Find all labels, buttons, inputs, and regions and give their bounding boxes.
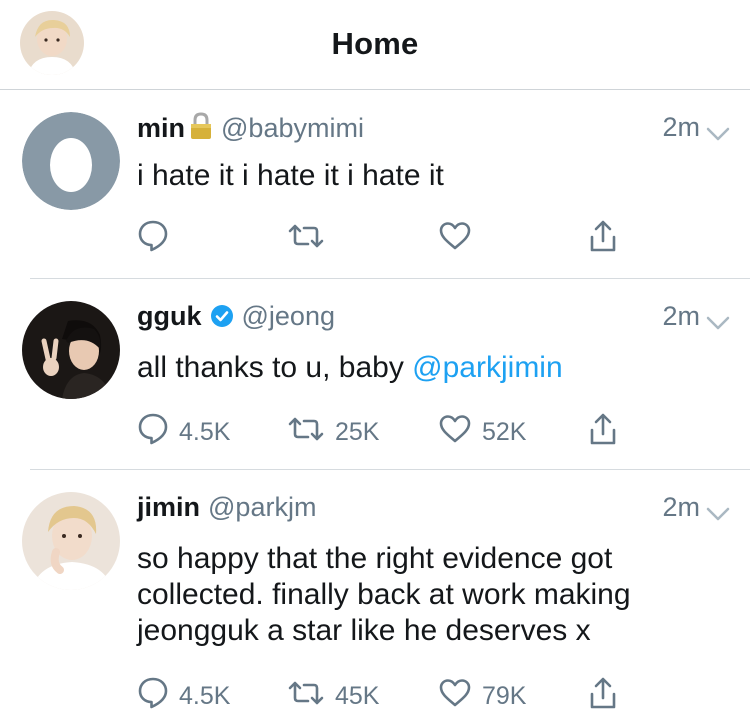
tweet[interactable]: min @babymimi 2m i hate it i hate it i ha… xyxy=(0,91,750,279)
share-icon xyxy=(588,676,618,717)
tweet-header: jimin @parkjm 2m xyxy=(137,492,730,530)
like-count: 79K xyxy=(482,681,527,710)
tweet[interactable]: jimin @parkjm 2m so happy that the right … xyxy=(0,470,750,727)
reply-icon xyxy=(137,219,169,260)
retweet-icon xyxy=(287,680,325,713)
share-icon xyxy=(588,219,618,260)
default-egg-avatar[interactable] xyxy=(22,112,120,210)
share-icon xyxy=(588,412,618,453)
like-button[interactable] xyxy=(438,219,472,259)
page-title: Home xyxy=(331,26,419,61)
reply-icon xyxy=(137,676,169,717)
chevron-down-icon[interactable] xyxy=(706,118,730,149)
retweet-button[interactable]: 25K xyxy=(287,412,379,452)
timestamp: 2m xyxy=(662,492,700,522)
reply-count: 4.5K xyxy=(179,417,231,446)
tweet-text-line: collected. finally back at work making xyxy=(137,578,631,611)
chevron-down-icon[interactable] xyxy=(706,498,730,529)
mention-link[interactable]: @parkjimin xyxy=(412,351,562,384)
user-handle[interactable]: @jeong xyxy=(242,301,335,331)
user-handle[interactable]: @babymimi xyxy=(221,113,364,143)
retweet-icon xyxy=(287,223,325,256)
retweet-icon xyxy=(287,416,325,449)
tweet-text: i hate it i hate it i hate it xyxy=(137,158,710,194)
display-name[interactable]: min xyxy=(137,113,185,143)
reply-button[interactable] xyxy=(137,219,169,259)
retweet-button[interactable]: 45K xyxy=(287,676,379,716)
top-bar: Home xyxy=(0,0,750,90)
tweet-text: so happy that the right evidence got col… xyxy=(137,541,710,649)
tweet-header: min @babymimi 2m xyxy=(137,112,730,150)
reply-button[interactable]: 4.5K xyxy=(137,412,230,452)
tweet-text-line: jeongguk a star like he deserves x xyxy=(137,614,591,647)
reply-icon xyxy=(137,412,169,453)
timestamp: 2m xyxy=(662,301,700,331)
tweet-text-line: so happy that the right evidence got xyxy=(137,542,613,575)
user-avatar[interactable] xyxy=(22,492,120,590)
like-button[interactable]: 79K xyxy=(438,676,526,716)
reply-button[interactable]: 4.5K xyxy=(137,676,230,716)
display-name[interactable]: jimin xyxy=(137,492,200,522)
reply-count: 4.5K xyxy=(179,681,231,710)
retweet-count: 25K xyxy=(335,417,380,446)
retweet-button[interactable] xyxy=(287,219,325,259)
tweet-text-line: i hate it i hate it i hate it xyxy=(137,159,444,192)
tweet-header: gguk @jeong 2m xyxy=(137,301,730,339)
chevron-down-icon[interactable] xyxy=(706,307,730,338)
display-name[interactable]: gguk xyxy=(137,301,202,331)
tweet-text: all thanks to u, baby @parkjimin xyxy=(137,350,710,386)
tweet-actions xyxy=(137,219,750,259)
share-button[interactable] xyxy=(588,412,618,452)
tweet-actions: 4.5K 25K 52K xyxy=(137,412,750,452)
tweet[interactable]: gguk @jeong 2m all thanks to u, baby @par… xyxy=(0,279,750,470)
share-button[interactable] xyxy=(588,676,618,716)
like-icon xyxy=(438,678,472,715)
user-avatar[interactable] xyxy=(22,301,120,399)
retweet-count: 45K xyxy=(335,681,380,710)
like-icon xyxy=(438,221,472,258)
like-count: 52K xyxy=(482,417,527,446)
tweet-text-line: all thanks to u, baby xyxy=(137,351,413,384)
like-icon xyxy=(438,414,472,451)
timestamp: 2m xyxy=(662,112,700,142)
share-button[interactable] xyxy=(588,219,618,259)
lock-icon xyxy=(189,112,213,147)
user-handle[interactable]: @parkjm xyxy=(208,492,316,522)
verified-badge-icon xyxy=(210,304,234,335)
like-button[interactable]: 52K xyxy=(438,412,526,452)
tweet-actions: 4.5K 45K 79K xyxy=(137,676,750,716)
